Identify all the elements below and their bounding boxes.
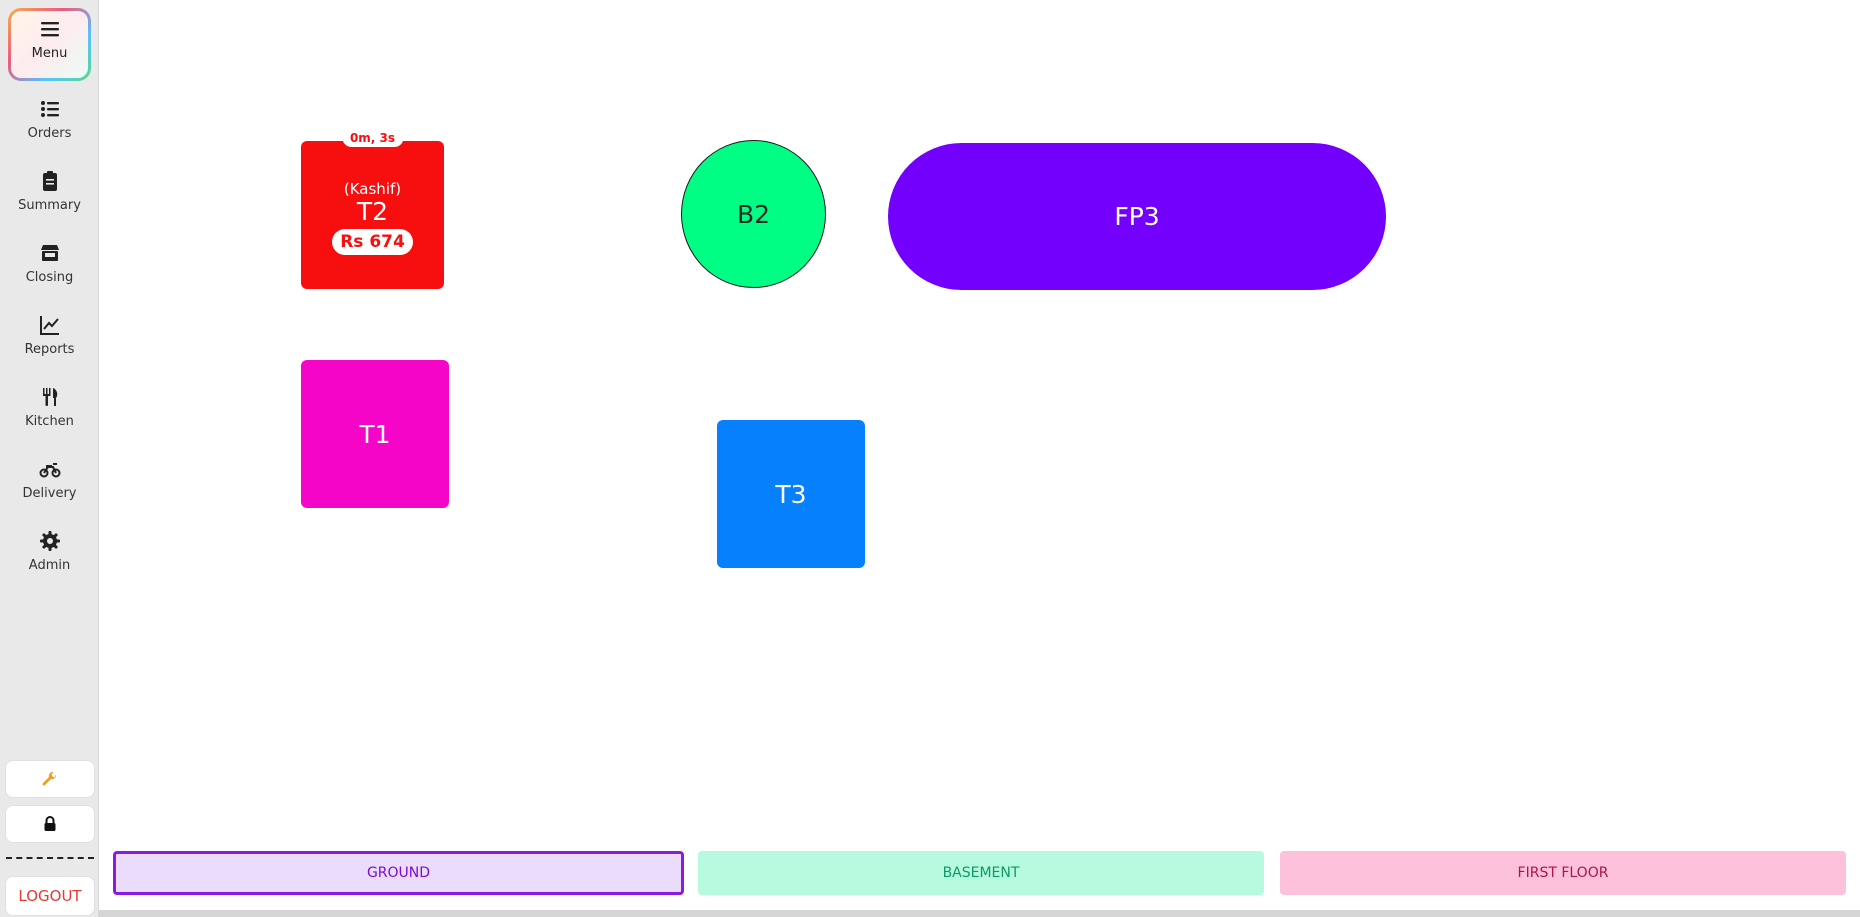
- sidebar-item-label: Reports: [24, 342, 75, 357]
- sidebar-item-closing[interactable]: Closing: [9, 232, 90, 302]
- sidebar-item-delivery[interactable]: Delivery: [9, 448, 90, 518]
- table-name: FP3: [1114, 202, 1160, 231]
- table-b2[interactable]: B2: [681, 140, 826, 288]
- gear-icon: [39, 531, 60, 551]
- sidebar: Menu Orders Summary Closing Reports Kitc…: [0, 0, 99, 917]
- wrench-icon: [42, 771, 57, 786]
- table-name: T3: [775, 479, 807, 509]
- chart-line-icon: [39, 316, 59, 335]
- hamburger-icon: [40, 22, 59, 37]
- clipboard-icon: [42, 171, 57, 191]
- tools-button[interactable]: [6, 761, 94, 797]
- menu-button[interactable]: Menu: [8, 8, 91, 81]
- sidebar-item-label: Delivery: [22, 486, 77, 501]
- table-timer-badge: 0m, 3s: [341, 129, 404, 147]
- table-waiter-name: (Kashif): [343, 179, 402, 198]
- sidebar-item-summary[interactable]: Summary: [9, 160, 90, 230]
- floor-tab-basement[interactable]: BASEMENT: [698, 851, 1264, 895]
- table-t1[interactable]: T1: [301, 360, 449, 508]
- floor-tab-first-floor[interactable]: FIRST FLOOR: [1280, 851, 1846, 895]
- store-icon: [40, 245, 59, 261]
- list-icon: [40, 101, 59, 117]
- sidebar-divider: [6, 857, 94, 859]
- table-amount-badge: Rs 674: [332, 228, 413, 255]
- table-t2[interactable]: 0m, 3s (Kashif) T2 Rs 674: [301, 129, 444, 289]
- utensils-icon: [42, 388, 57, 406]
- table-t3[interactable]: T3: [717, 420, 865, 568]
- horizontal-scrollbar[interactable]: [99, 910, 1860, 917]
- sidebar-item-label: Closing: [25, 270, 74, 285]
- floor-tab-ground[interactable]: GROUND: [113, 851, 684, 895]
- sidebar-item-kitchen[interactable]: Kitchen: [9, 376, 90, 446]
- sidebar-item-label: Kitchen: [25, 414, 74, 429]
- table-fp3[interactable]: FP3: [888, 143, 1386, 290]
- sidebar-item-admin[interactable]: Admin: [9, 520, 90, 590]
- sidebar-item-orders[interactable]: Orders: [9, 88, 90, 158]
- table-name: T2: [356, 196, 389, 226]
- motorcycle-icon: [39, 463, 60, 478]
- logout-button[interactable]: LOGOUT: [6, 877, 94, 915]
- lock-button[interactable]: [6, 806, 94, 842]
- lock-icon: [44, 816, 56, 831]
- sidebar-item-label: Orders: [27, 126, 72, 141]
- table-name: T1: [359, 419, 391, 449]
- sidebar-item-reports[interactable]: Reports: [9, 304, 90, 374]
- sidebar-item-label: Admin: [28, 558, 71, 573]
- sidebar-item-label: Summary: [18, 198, 81, 213]
- table-name: B2: [736, 199, 771, 229]
- menu-label: Menu: [31, 46, 68, 61]
